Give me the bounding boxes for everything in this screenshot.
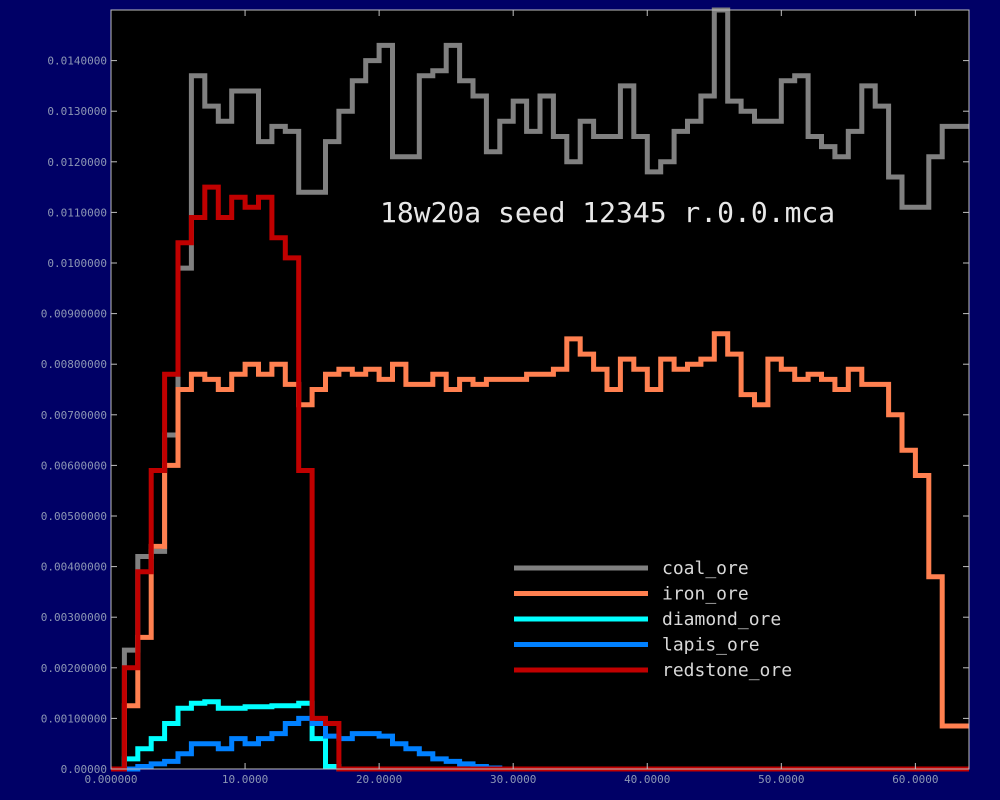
y-tick-label: 0.00700000 xyxy=(41,409,107,422)
x-tick-label: 50.0000 xyxy=(758,773,804,786)
legend-label-lapis-ore: lapis_ore xyxy=(662,635,760,656)
y-tick-label: 0.00500000 xyxy=(41,510,107,523)
x-tick-label: 20.0000 xyxy=(356,773,402,786)
y-tick-label: 0.00400000 xyxy=(41,561,107,574)
legend-label-coal-ore: coal_ore xyxy=(662,558,749,579)
chart-svg: 0.000000.001000000.002000000.003000000.0… xyxy=(0,0,1000,800)
y-tick-label: 0.00600000 xyxy=(41,459,107,472)
legend-label-iron-ore: iron_ore xyxy=(662,584,749,605)
y-tick-label: 0.0140000 xyxy=(47,55,107,68)
chart-root: 0.00000 0.00100000 0.00200000 0.00300000 0.0… xyxy=(0,0,1000,800)
x-tick-label: 30.0000 xyxy=(490,773,536,786)
y-tick-label: 0.00200000 xyxy=(41,662,107,675)
y-tick-label: 0.00100000 xyxy=(41,712,107,725)
y-tick-label: 0.0110000 xyxy=(47,206,107,219)
legend-label-diamond-ore: diamond_ore xyxy=(662,609,781,630)
y-tick-label: 0.00300000 xyxy=(41,611,107,624)
chart-title: 18w20a seed 12345 r.0.0.mca xyxy=(380,196,835,229)
x-tick-label: 60.0000 xyxy=(892,773,938,786)
x-tick-label: 0.000000 xyxy=(85,773,138,786)
y-tick-label: 0.0100000 xyxy=(47,257,107,270)
y-tick-label: 0.00800000 xyxy=(41,358,107,371)
y-tick-label: 0.0120000 xyxy=(47,156,107,169)
x-tick-label: 10.0000 xyxy=(222,773,268,786)
y-tick-label: 0.0130000 xyxy=(47,105,107,118)
x-tick-label: 40.0000 xyxy=(624,773,670,786)
y-tick-label: 0.00900000 xyxy=(41,308,107,321)
legend-label-redstone-ore: redstone_ore xyxy=(662,660,792,681)
